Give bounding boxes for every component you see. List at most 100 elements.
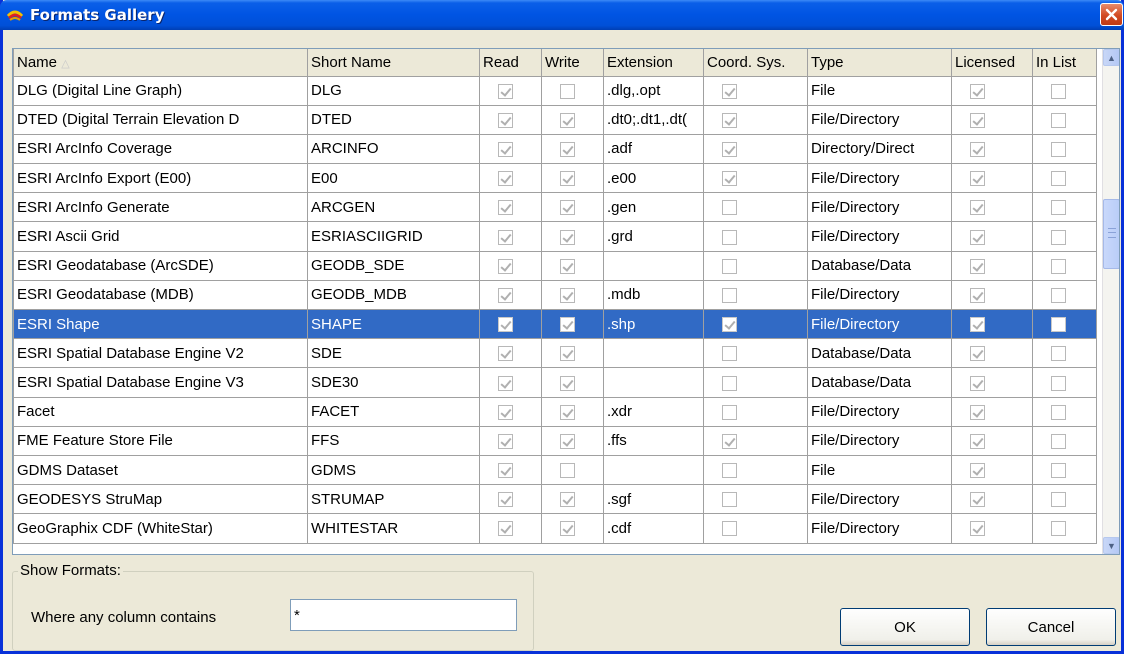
coord-sys-checkbox[interactable] (722, 375, 737, 391)
coord-sys-checkbox[interactable] (722, 492, 737, 508)
in-list-checkbox[interactable] (1051, 200, 1066, 216)
licensed-checkbox[interactable] (970, 463, 985, 479)
in-list-checkbox[interactable] (1051, 229, 1066, 245)
licensed-checkbox[interactable] (970, 200, 985, 216)
write-checkbox[interactable] (560, 346, 575, 362)
coord-sys-checkbox[interactable] (722, 258, 737, 274)
in-list-checkbox[interactable] (1051, 375, 1066, 391)
write-checkbox[interactable] (560, 287, 575, 303)
column-header-coord-sys[interactable]: Coord. Sys. (703, 49, 808, 77)
in-list-checkbox[interactable] (1051, 83, 1066, 99)
coord-sys-checkbox[interactable] (722, 463, 737, 479)
table-row[interactable]: ESRI Spatial Database Engine V2 SDE Databa… (13, 338, 1097, 369)
table-row[interactable]: ESRI Ascii Grid ESRIASCIIGRID .grd File/Dir… (13, 221, 1097, 252)
in-list-checkbox[interactable] (1051, 404, 1066, 420)
in-list-checkbox[interactable] (1051, 287, 1066, 303)
read-checkbox[interactable] (498, 317, 513, 333)
scroll-down-button[interactable]: ▼ (1103, 537, 1119, 554)
read-checkbox[interactable] (498, 492, 513, 508)
scroll-thumb[interactable] (1103, 199, 1119, 269)
table-row[interactable]: ESRI Shape SHAPE .shp File/Directory (13, 308, 1097, 340)
licensed-checkbox[interactable] (970, 83, 985, 99)
in-list-checkbox[interactable] (1051, 171, 1066, 187)
read-checkbox[interactable] (498, 463, 513, 479)
coord-sys-checkbox[interactable] (722, 229, 737, 245)
licensed-checkbox[interactable] (970, 317, 985, 333)
licensed-checkbox[interactable] (970, 229, 985, 245)
write-checkbox[interactable] (560, 492, 575, 508)
licensed-checkbox[interactable] (970, 404, 985, 420)
column-header-write[interactable]: Write (541, 49, 604, 77)
licensed-checkbox[interactable] (970, 346, 985, 362)
table-row[interactable]: ESRI ArcInfo Coverage ARCINFO .adf Director… (13, 133, 1097, 165)
table-row[interactable]: ESRI Spatial Database Engine V3 SDE30 Data… (13, 367, 1097, 398)
title-bar[interactable]: Formats Gallery (0, 0, 1124, 30)
write-checkbox[interactable] (560, 83, 575, 99)
vertical-scrollbar[interactable]: ▲ ▼ (1102, 49, 1119, 554)
in-list-checkbox[interactable] (1051, 142, 1066, 157)
table-row[interactable]: FME Feature Store File FFS .ffs File/Direct… (13, 425, 1097, 456)
write-checkbox[interactable] (560, 375, 575, 391)
licensed-checkbox[interactable] (970, 171, 985, 187)
table-row[interactable]: ESRI Geodatabase (MDB) GEODB_MDB .mdb File/… (13, 279, 1097, 311)
table-row[interactable]: ESRI ArcInfo Generate ARCGEN .gen File/Dire… (13, 192, 1097, 223)
licensed-checkbox[interactable] (970, 492, 985, 508)
read-checkbox[interactable] (498, 346, 513, 362)
write-checkbox[interactable] (560, 200, 575, 216)
cancel-button[interactable]: Cancel (986, 608, 1116, 646)
coord-sys-checkbox[interactable] (722, 433, 737, 449)
formats-grid[interactable]: Name △ Short Name Read Write Extension C… (12, 48, 1120, 555)
licensed-checkbox[interactable] (970, 112, 985, 128)
write-checkbox[interactable] (560, 433, 575, 449)
write-checkbox[interactable] (560, 317, 575, 333)
table-row[interactable]: GeoGraphix CDF (WhiteStar) WHITESTAR .cdf F… (13, 513, 1097, 544)
read-checkbox[interactable] (498, 229, 513, 245)
column-header-type[interactable]: Type (807, 49, 952, 77)
table-row[interactable]: ESRI Geodatabase (ArcSDE) GEODB_SDE Databa… (13, 250, 1097, 281)
write-checkbox[interactable] (560, 142, 575, 157)
licensed-checkbox[interactable] (970, 375, 985, 391)
coord-sys-checkbox[interactable] (722, 142, 737, 157)
column-header-name[interactable]: Name △ (13, 49, 308, 77)
coord-sys-checkbox[interactable] (722, 346, 737, 362)
column-header-read[interactable]: Read (479, 49, 542, 77)
read-checkbox[interactable] (498, 112, 513, 128)
column-header-in-list[interactable]: In List (1032, 49, 1097, 77)
scroll-up-button[interactable]: ▲ (1103, 49, 1119, 66)
read-checkbox[interactable] (498, 287, 513, 303)
coord-sys-checkbox[interactable] (722, 287, 737, 303)
table-row[interactable]: Facet FACET .xdr File/Directory (13, 396, 1097, 427)
table-row[interactable]: GDMS Dataset GDMS File (13, 454, 1097, 486)
coord-sys-checkbox[interactable] (722, 171, 737, 187)
read-checkbox[interactable] (498, 404, 513, 420)
read-checkbox[interactable] (498, 200, 513, 216)
coord-sys-checkbox[interactable] (722, 200, 737, 216)
in-list-checkbox[interactable] (1051, 112, 1066, 128)
in-list-checkbox[interactable] (1051, 317, 1066, 333)
write-checkbox[interactable] (560, 521, 575, 537)
read-checkbox[interactable] (498, 171, 513, 187)
read-checkbox[interactable] (498, 83, 513, 99)
coord-sys-checkbox[interactable] (722, 404, 737, 420)
write-checkbox[interactable] (560, 171, 575, 187)
write-checkbox[interactable] (560, 112, 575, 128)
write-checkbox[interactable] (560, 229, 575, 245)
write-checkbox[interactable] (560, 404, 575, 420)
table-row[interactable]: GEODESYS StruMap STRUMAP .sgf File/Director… (13, 484, 1097, 515)
ok-button[interactable]: OK (840, 608, 970, 646)
column-header-licensed[interactable]: Licensed (951, 49, 1033, 77)
coord-sys-checkbox[interactable] (722, 317, 737, 333)
write-checkbox[interactable] (560, 258, 575, 274)
in-list-checkbox[interactable] (1051, 258, 1066, 274)
in-list-checkbox[interactable] (1051, 463, 1066, 479)
read-checkbox[interactable] (498, 375, 513, 391)
filter-input[interactable] (290, 599, 517, 631)
licensed-checkbox[interactable] (970, 142, 985, 157)
coord-sys-checkbox[interactable] (722, 112, 737, 128)
table-row[interactable]: ESRI ArcInfo Export (E00) E00 .e00 File/Dir… (13, 163, 1097, 194)
read-checkbox[interactable] (498, 142, 513, 157)
coord-sys-checkbox[interactable] (722, 521, 737, 537)
in-list-checkbox[interactable] (1051, 521, 1066, 537)
column-header-extension[interactable]: Extension (603, 49, 704, 77)
table-row[interactable]: DLG (Digital Line Graph) DLG .dlg,.opt File (13, 75, 1097, 106)
